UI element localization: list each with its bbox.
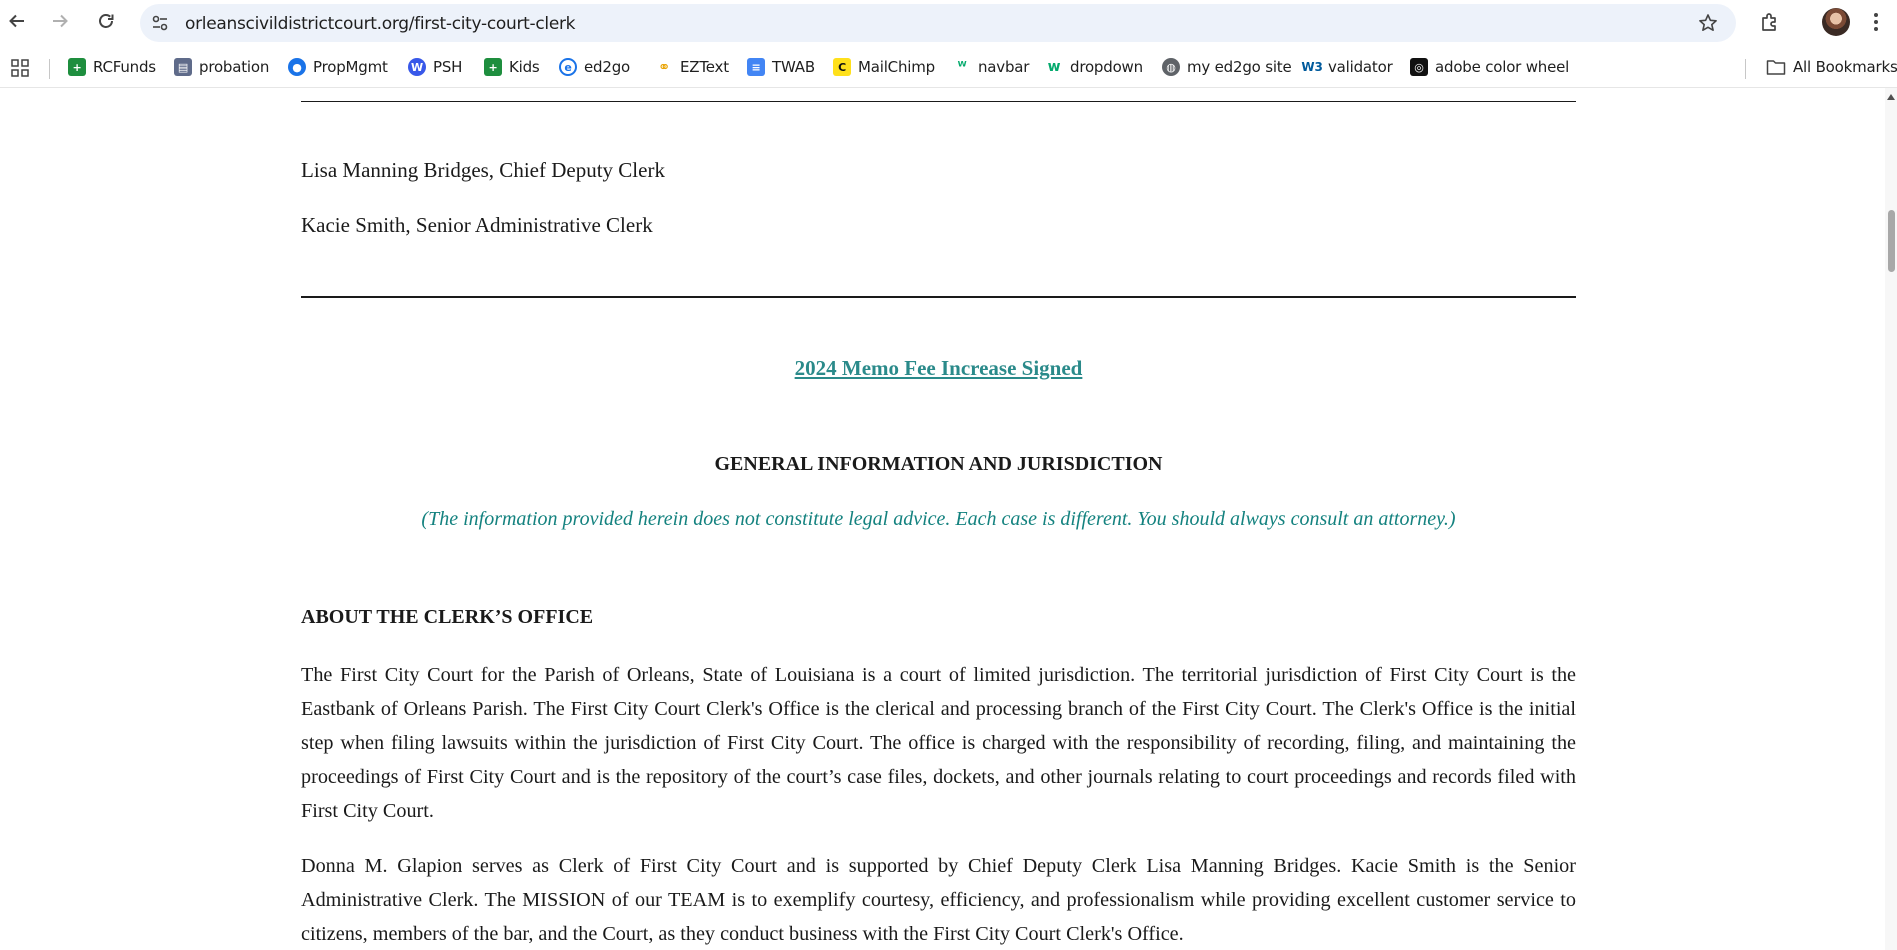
w3-icon: w (1045, 58, 1063, 76)
w3-icon: ᵂ (953, 58, 971, 76)
browser-menu-button[interactable] (1864, 10, 1888, 34)
arrow-right-icon (53, 14, 68, 28)
profile-avatar[interactable] (1822, 8, 1850, 36)
about-clerk-office-heading: ABOUT THE CLERK’S OFFICE (301, 606, 594, 628)
bookmarks-bar: + RCFunds ▤ probation ● PropMgmt W PSH +… (0, 48, 1897, 88)
about-paragraph: The First City Court for the Parish of O… (301, 664, 1576, 822)
sheets-icon: + (68, 58, 86, 76)
bookmark-eztext[interactable]: ⚭ EZText (655, 58, 729, 76)
bookmark-dropdown[interactable]: w dropdown (1045, 58, 1143, 76)
folder-icon (1766, 60, 1786, 75)
site-info-button[interactable] (150, 13, 170, 33)
bookmark-propmgmt[interactable]: ● PropMgmt (288, 58, 388, 76)
scrollbar-thumb[interactable] (1888, 210, 1895, 272)
wordpress-icon: W (408, 58, 426, 76)
url-text[interactable]: orleanscivildistrictcourt.org/first-city… (185, 14, 576, 34)
bookmark-probation[interactable]: ▤ probation (174, 58, 269, 76)
kebab-menu-icon (1874, 13, 1878, 31)
puzzle-icon (1762, 13, 1776, 31)
bookmark-my-ed2go-site[interactable]: ◍ my ed2go site (1162, 58, 1292, 76)
bookmarks-divider (1745, 59, 1746, 79)
apps-button[interactable] (10, 58, 30, 78)
bookmark-navbar[interactable]: ᵂ navbar (953, 58, 1029, 76)
tune-icon (152, 15, 168, 31)
extensions-button[interactable] (1758, 10, 1782, 34)
bookmark-psh[interactable]: W PSH (408, 58, 462, 76)
divider-section (301, 296, 1576, 298)
back-button[interactable] (4, 8, 30, 34)
bookmarks-divider (49, 59, 50, 79)
bookmark-validator[interactable]: W3 validator (1301, 58, 1393, 76)
bookmark-rcfunds[interactable]: + RCFunds (68, 58, 156, 76)
apps-grid-icon (11, 59, 29, 77)
arrow-left-icon (9, 14, 24, 28)
page-viewport: Lisa Manning Bridges, Chief Deputy Clerk… (0, 88, 1885, 950)
adobe-color-icon: ◎ (1410, 58, 1428, 76)
bookmark-kids[interactable]: + Kids (484, 58, 540, 76)
staff-senior-administrative-clerk: Kacie Smith, Senior Administrative Clerk (301, 213, 653, 237)
general-information-heading: GENERAL INFORMATION AND JURISDICTION (714, 453, 1163, 475)
bookmark-adobe-color-wheel[interactable]: ◎ adobe color wheel (1410, 58, 1569, 76)
eztext-icon: ⚭ (655, 58, 673, 76)
bookmark-ed2go[interactable]: e ed2go (559, 58, 630, 76)
document-person-icon: ▤ (174, 58, 192, 76)
bookmark-mailchimp[interactable]: C MailChimp (833, 58, 935, 76)
ed2go-icon: e (559, 58, 577, 76)
address-bar[interactable]: orleanscivildistrictcourt.org/first-city… (140, 4, 1736, 42)
divider-top (301, 101, 1576, 102)
legal-disclaimer: (The information provided herein does no… (421, 508, 1456, 530)
docs-icon: ≡ (747, 58, 765, 76)
mission-paragraph: Donna M. Glapion serves as Clerk of Firs… (301, 855, 1576, 945)
sheets-icon: + (484, 58, 502, 76)
w3c-icon: W3 (1301, 58, 1323, 76)
browser-toolbar: orleanscivildistrictcourt.org/first-city… (0, 0, 1897, 44)
mailchimp-icon: C (833, 58, 851, 76)
scroll-up-arrow-icon[interactable] (1887, 94, 1895, 100)
all-bookmarks-button[interactable]: All Bookmarks (1766, 58, 1897, 76)
bookmark-star-button[interactable] (1698, 13, 1718, 33)
reload-icon (99, 14, 114, 28)
memo-fee-increase-link[interactable]: 2024 Memo Fee Increase Signed (0, 356, 1877, 381)
globe-icon: ◍ (1162, 58, 1180, 76)
person-globe-icon: ● (288, 58, 306, 76)
bookmark-twab[interactable]: ≡ TWAB (747, 58, 815, 76)
staff-chief-deputy-clerk: Lisa Manning Bridges, Chief Deputy Clerk (301, 158, 665, 182)
star-icon (1699, 14, 1717, 31)
reload-button[interactable] (93, 8, 119, 34)
forward-button[interactable] (47, 8, 73, 34)
